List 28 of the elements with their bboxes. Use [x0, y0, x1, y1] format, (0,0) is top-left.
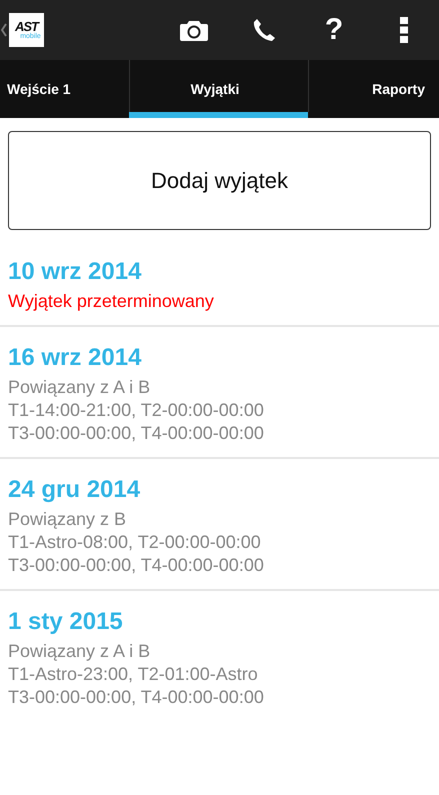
add-exception-button[interactable]: Dodaj wyjątek — [8, 131, 431, 230]
help-button[interactable]: ? — [299, 0, 369, 60]
exception-detail: T1-14:00-21:00, T2-00:00-00:00 — [8, 399, 265, 422]
exception-detail: Powiązany z B — [8, 508, 128, 531]
exception-detail: Powiązany z A i B — [8, 640, 152, 663]
exception-item[interactable]: 10 wrz 2014 Wyjątek przeterminowany — [0, 230, 439, 327]
logo-title: AST — [15, 20, 38, 32]
camera-icon — [180, 19, 208, 41]
exception-detail: Powiązany z A i B — [8, 376, 152, 399]
exception-item[interactable]: 16 wrz 2014 Powiązany z A i B T1-14:00-21:00, T2-00:00-00:00 T3-00:00-00:00, T4-00:00-00:00 — [0, 327, 439, 459]
phone-icon — [252, 18, 276, 42]
exception-date: 1 sty 2015 — [8, 607, 124, 637]
exception-detail: T3-00:00-00:00, T4-00:00-00:00 — [8, 422, 265, 445]
exception-detail: T1-Astro-08:00, T2-00:00-00:00 — [8, 531, 262, 554]
expired-warning: Wyjątek przeterminowany — [8, 290, 215, 313]
exception-date: 24 gru 2014 — [8, 475, 142, 505]
exception-detail: T1-Astro-23:00, T2-01:00-Astro — [8, 663, 259, 686]
exception-item[interactable]: 1 sty 2015 Powiązany z A i B T1-Astro-23:00, T2-01:00-Astro T3-00:00-00:00, T4-00:00-00:00 — [0, 591, 439, 721]
exception-detail: T3-00:00-00:00, T4-00:00-00:00 — [8, 554, 265, 577]
exception-date: 16 wrz 2014 — [8, 343, 142, 373]
tab[interactable]: Wyjątki — [129, 60, 308, 118]
tab[interactable]: Raporty — [308, 60, 439, 118]
back-chevron-icon[interactable] — [1, 23, 7, 37]
menu-icon — [400, 17, 408, 43]
exception-date: 10 wrz 2014 — [8, 257, 142, 287]
exception-item[interactable]: 24 gru 2014 Powiązany z B T1-Astro-08:00, T2-00:00-00:00 T3-00:00-00:00, T4-00:00-00:00 — [0, 459, 439, 591]
tab[interactable]: Wejście 1 — [0, 60, 129, 118]
exception-detail: T3-00:00-00:00, T4-00:00-00:00 — [8, 686, 265, 709]
